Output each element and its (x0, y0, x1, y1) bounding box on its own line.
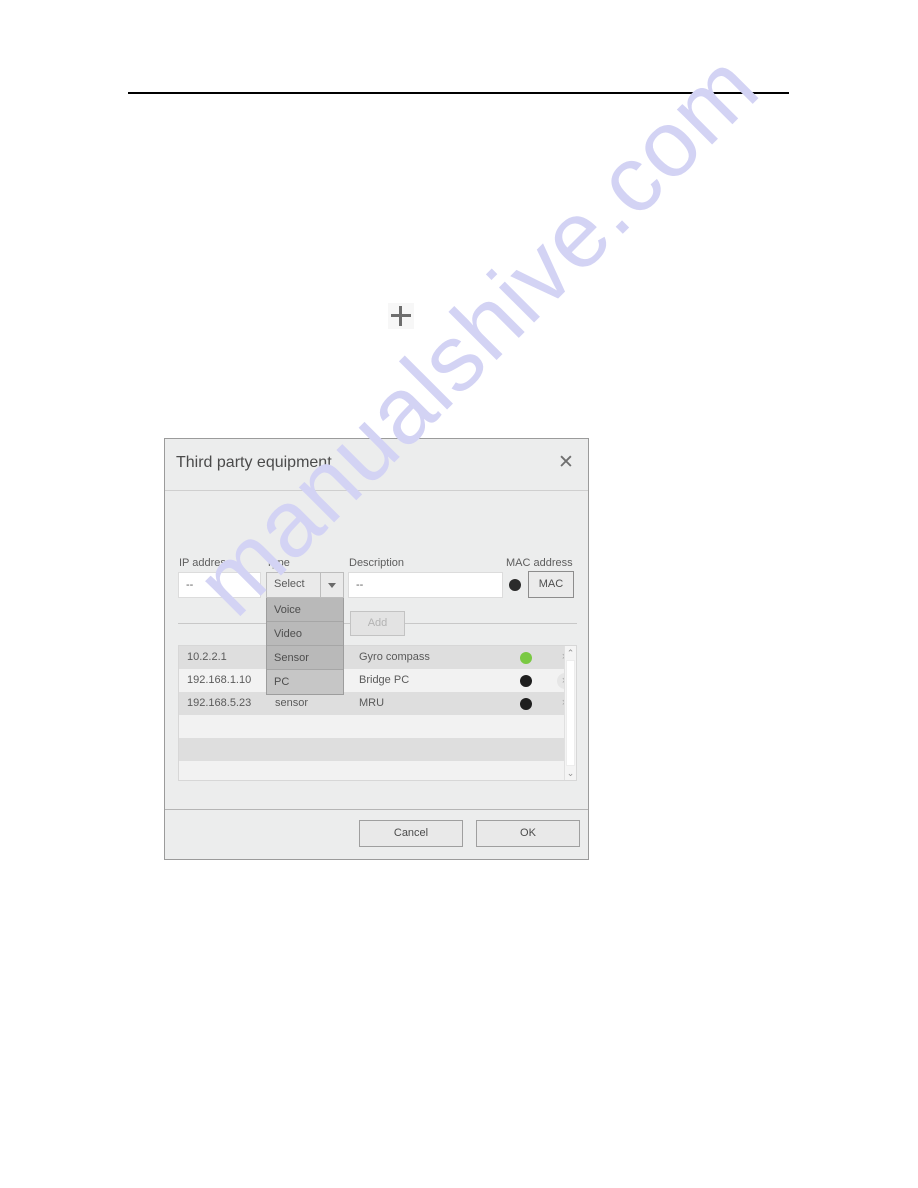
mac-address-label: MAC address (506, 557, 573, 569)
status-led (520, 652, 532, 664)
mac-button[interactable]: MAC (528, 571, 574, 598)
chevron-down-icon[interactable] (320, 573, 343, 597)
cancel-button[interactable]: Cancel (359, 820, 463, 847)
ok-button[interactable]: OK (476, 820, 580, 847)
cell-ip-address: 192.168.5.23 (187, 697, 252, 709)
table-row-empty (179, 715, 564, 738)
type-option-video[interactable]: Video (267, 622, 343, 646)
cell-description: MRU (359, 697, 385, 709)
third-party-equipment-dialog: Third party equipment ✕ IP address Type … (164, 438, 589, 860)
type-select[interactable]: Select (266, 572, 344, 598)
status-led (520, 675, 532, 687)
cell-description: Bridge PC (359, 674, 410, 686)
equipment-table-rows: 10.2.2.1SensorGyro compass×192.168.1.10P… (179, 646, 573, 780)
scroll-up-icon[interactable]: ⌃ (565, 647, 576, 659)
table-row-empty (179, 738, 564, 761)
type-option-voice[interactable]: Voice (267, 598, 343, 622)
type-label: Type (266, 557, 290, 569)
plus-icon[interactable] (388, 303, 414, 329)
ip-address-label: IP address (179, 557, 232, 569)
type-select-value: Select (274, 578, 305, 590)
cell-ip-address: 192.168.1.10 (187, 674, 252, 686)
type-dropdown-list: Voice Video Sensor PC (266, 598, 344, 695)
dialog-body: IP address Type Description MAC address … (165, 491, 588, 809)
equipment-table: 10.2.2.1SensorGyro compass×192.168.1.10P… (178, 645, 577, 781)
dialog-title: Third party equipment (176, 454, 332, 471)
cell-ip-address: 10.2.2.1 (187, 651, 227, 663)
scroll-down-icon[interactable]: ⌄ (565, 767, 576, 779)
description-input[interactable]: -- (348, 572, 503, 598)
cell-description: Gyro compass (359, 651, 430, 663)
ip-address-input[interactable]: -- (178, 572, 261, 598)
description-label: Description (349, 557, 405, 569)
status-led (520, 698, 532, 710)
type-option-pc[interactable]: PC (267, 670, 343, 694)
add-button[interactable]: Add (350, 611, 405, 636)
page-header-rule (128, 92, 789, 94)
table-row-empty (179, 761, 564, 780)
table-row[interactable]: 10.2.2.1SensorGyro compass× (179, 646, 568, 669)
close-icon[interactable]: ✕ (553, 450, 579, 476)
table-row[interactable]: 192.168.1.10PCBridge PC× (179, 669, 573, 692)
mac-status-led (509, 579, 521, 591)
scrollbar-thumb[interactable] (566, 660, 575, 766)
dialog-footer: Cancel OK (165, 809, 588, 859)
table-scrollbar[interactable]: ⌃ ⌄ (564, 646, 576, 780)
table-row[interactable]: 192.168.5.23sensorMRU× (179, 692, 568, 715)
type-option-sensor[interactable]: Sensor (267, 646, 343, 670)
cell-type: sensor (275, 697, 309, 709)
dialog-titlebar: Third party equipment ✕ (165, 439, 588, 491)
